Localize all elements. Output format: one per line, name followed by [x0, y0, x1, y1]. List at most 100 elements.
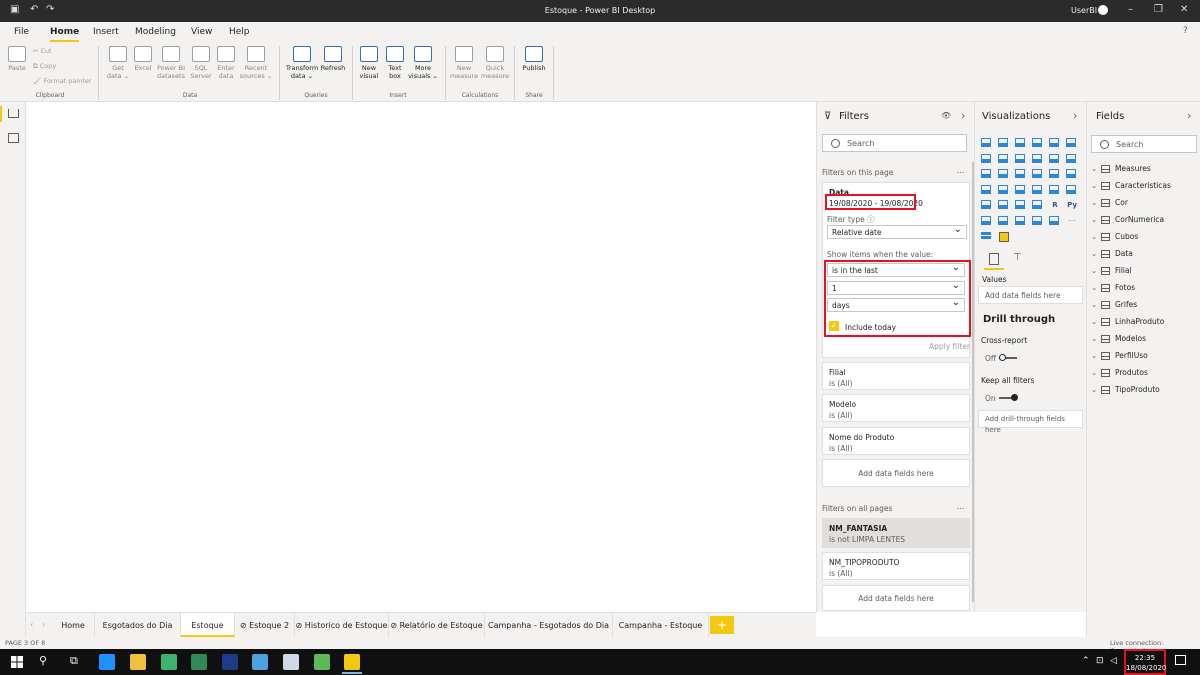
filter-card[interactable]: Modelois (All): [822, 394, 970, 422]
stacked-bar-visual-icon[interactable]: [981, 138, 991, 147]
file-explorer-icon[interactable]: [130, 654, 146, 670]
field-table-item[interactable]: ⌄Produtos: [1091, 367, 1148, 379]
line-clustered-visual-icon[interactable]: [1049, 154, 1059, 163]
field-table-item[interactable]: ⌄CorNumerica: [1091, 214, 1164, 226]
report-canvas[interactable]: [26, 102, 816, 612]
volume-icon[interactable]: ◁: [1110, 656, 1117, 666]
format-paint-icon[interactable]: [981, 232, 991, 242]
menu-modeling[interactable]: Modeling: [135, 27, 176, 37]
funnel-visual-icon[interactable]: [998, 169, 1008, 178]
enter-data-button[interactable]: Enterdata: [213, 46, 239, 80]
network-icon[interactable]: ⊡: [1096, 656, 1104, 666]
expand-chevron-icon[interactable]: ⌄: [1091, 384, 1101, 396]
add-page-button[interactable]: +: [710, 616, 734, 634]
tab-estoque-2[interactable]: ⊘ Estoque 2: [235, 613, 295, 637]
copy-button[interactable]: ⧉ Copy: [33, 62, 56, 71]
analytics-icon[interactable]: [999, 232, 1009, 242]
clustered-column-visual-icon[interactable]: [1032, 138, 1042, 147]
stacked-area-visual-icon[interactable]: [1015, 154, 1025, 163]
text-box-button[interactable]: Textbox: [383, 46, 407, 80]
area-visual-icon[interactable]: [998, 154, 1008, 163]
app-icon[interactable]: [314, 654, 330, 670]
paginated-visual-icon[interactable]: [1049, 216, 1059, 225]
collapse-chevron-icon[interactable]: ›: [961, 109, 965, 122]
expand-chevron-icon[interactable]: ⌄: [1091, 299, 1101, 311]
more-visuals-button[interactable]: Morevisuals ⌄: [408, 46, 438, 80]
field-table-item[interactable]: ⌄Fotos: [1091, 282, 1135, 294]
field-table-item[interactable]: ⌄Data: [1091, 248, 1133, 260]
gauge-visual-icon[interactable]: [1032, 185, 1042, 194]
stacked-column-visual-icon[interactable]: [998, 138, 1008, 147]
map-visual-icon[interactable]: [981, 185, 991, 194]
field-table-item[interactable]: ⌄Cor: [1091, 197, 1128, 209]
tab-campanha-estoque[interactable]: Campanha - Estoque: [613, 613, 709, 637]
collapse-chevron-icon[interactable]: ›: [1073, 109, 1077, 122]
model-view-icon[interactable]: [8, 133, 19, 143]
clustered-bar-visual-icon[interactable]: [1015, 138, 1025, 147]
waterfall-visual-icon[interactable]: [981, 169, 991, 178]
tab-estoque[interactable]: Estoque: [181, 613, 235, 637]
add-data-fields-well[interactable]: Add data fields here: [822, 585, 970, 611]
tab-historico-de-estoque[interactable]: ⊘ Historico de Estoque: [295, 613, 389, 637]
menu-view[interactable]: View: [191, 27, 212, 37]
tab-home[interactable]: Home: [52, 613, 95, 637]
tab-relatorio-de-estoque[interactable]: ⊘ Relatório de Estoque: [389, 613, 485, 637]
more-visual-icon[interactable]: ···: [1066, 216, 1078, 227]
filter-card[interactable]: NM_TIPOPRODUTOis (All): [822, 552, 970, 580]
ribbon-visual-icon[interactable]: [1066, 154, 1076, 163]
field-table-item[interactable]: ⌄PerfilUso: [1091, 350, 1148, 362]
new-visual-button[interactable]: Newvisual: [357, 46, 381, 80]
field-table-item[interactable]: ⌄Grifes: [1091, 299, 1137, 311]
notifications-icon[interactable]: [1175, 655, 1186, 665]
get-data-button[interactable]: Getdata ⌄: [104, 46, 132, 80]
expand-chevron-icon[interactable]: ⌄: [1091, 180, 1101, 192]
fields-search-input[interactable]: Search: [1091, 135, 1197, 153]
transform-data-button[interactable]: Transformdata ⌄: [284, 46, 320, 80]
filters-search-input[interactable]: Search: [822, 134, 967, 152]
tab-esgotados-do-dia[interactable]: Esgotados do Dia: [95, 613, 181, 637]
tray-chevron-icon[interactable]: ⌃: [1082, 656, 1090, 666]
filled-map-visual-icon[interactable]: [998, 185, 1008, 194]
filter-type-dropdown[interactable]: Relative date: [827, 225, 967, 239]
python-visual-visual-icon[interactable]: Py: [1066, 200, 1078, 211]
expand-chevron-icon[interactable]: ⌄: [1091, 214, 1101, 226]
edge-icon[interactable]: [99, 654, 115, 670]
tab-campanha-esgotados[interactable]: Campanha - Esgotados do Dia: [485, 613, 613, 637]
filter-card[interactable]: Nome do Produtois (All): [822, 427, 970, 455]
field-table-item[interactable]: ⌄Filial: [1091, 265, 1132, 277]
fields-tab-icon[interactable]: [989, 253, 999, 265]
expand-chevron-icon[interactable]: ⌄: [1091, 367, 1101, 379]
format-painter-button[interactable]: 🖌 Format painter: [33, 77, 92, 85]
scatter-visual-icon[interactable]: [1015, 169, 1025, 178]
table-visual-icon[interactable]: [1015, 200, 1025, 209]
filter-card[interactable]: Filialis (All): [822, 362, 970, 390]
recent-sources-button[interactable]: Recentsources ⌄: [239, 46, 273, 80]
expand-chevron-icon[interactable]: ⌄: [1091, 231, 1101, 243]
card-visual-icon[interactable]: [1049, 185, 1059, 194]
expand-chevron-icon[interactable]: ⌄: [1091, 333, 1101, 345]
expand-chevron-icon[interactable]: ⌄: [1091, 282, 1101, 294]
matrix-visual-icon[interactable]: [1032, 200, 1042, 209]
close-icon[interactable]: ✕: [1180, 4, 1188, 15]
menu-help[interactable]: Help: [229, 27, 250, 37]
treemap-visual-icon[interactable]: [1066, 169, 1076, 178]
new-measure-button[interactable]: Newmeasure: [449, 46, 479, 80]
maximize-icon[interactable]: ❐: [1154, 4, 1163, 15]
donut-visual-icon[interactable]: [1049, 169, 1059, 178]
add-data-fields-well[interactable]: Add data fields here: [822, 459, 970, 487]
multi-row-card-visual-icon[interactable]: [1066, 185, 1076, 194]
key-influencers-visual-icon[interactable]: [981, 216, 991, 225]
decomposition-visual-icon[interactable]: [998, 216, 1008, 225]
clock[interactable]: 22:35 18/08/2020: [1124, 649, 1166, 675]
slicer-visual-icon[interactable]: [998, 200, 1008, 209]
line-column-visual-icon[interactable]: [1032, 154, 1042, 163]
field-table-item[interactable]: ⌄Caracteristicas: [1091, 180, 1171, 192]
paste-button[interactable]: Paste: [6, 46, 28, 72]
field-table-item[interactable]: ⌄TipoProduto: [1091, 384, 1160, 396]
field-table-item[interactable]: ⌄Cubos: [1091, 231, 1138, 243]
powerbi-datasets-button[interactable]: Power BIdatasets: [155, 46, 187, 80]
task-view-icon[interactable]: ⧉: [70, 654, 78, 668]
more-options-icon[interactable]: ...: [957, 166, 964, 175]
menu-file[interactable]: File: [14, 27, 29, 37]
qa-visual-icon[interactable]: [1015, 216, 1025, 225]
